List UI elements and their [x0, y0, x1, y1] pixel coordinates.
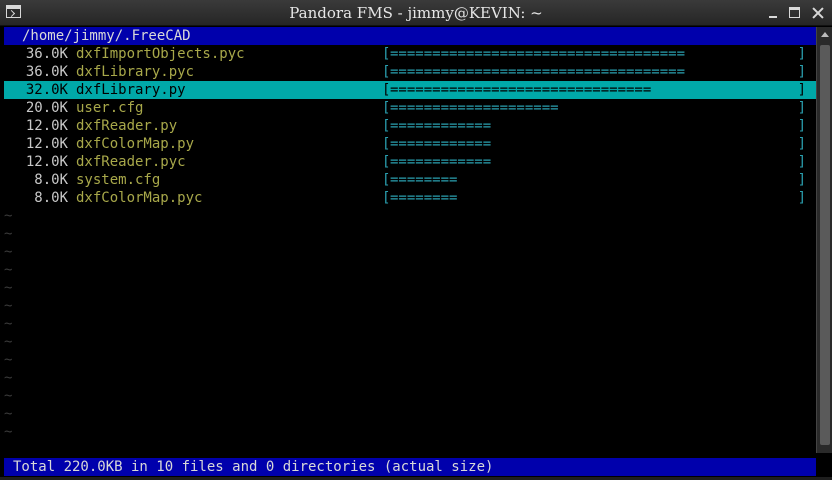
file-row[interactable]: 36.0K dxfImportObjects.pyc[==============…	[4, 45, 816, 63]
empty-line-marker: ~	[4, 352, 13, 368]
file-size: 8.0K	[34, 190, 68, 206]
terminal-content[interactable]: /home/jimmy/.FreeCAD 36.0K dxfImportObjec…	[4, 27, 816, 480]
empty-line-marker: ~	[4, 388, 13, 404]
empty-line-marker: ~	[4, 424, 13, 440]
usage-bar-right-bracket: ]	[797, 100, 806, 116]
file-row[interactable]: 8.0K system.cfg[========]	[4, 171, 816, 189]
usage-bar-fill: ===============================	[390, 82, 652, 98]
file-name: dxfImportObjects.pyc	[76, 46, 245, 62]
empty-line-marker: ~	[4, 334, 13, 350]
status-bar: Total 220.0KB in 10 files and 0 director…	[4, 458, 816, 476]
usage-bar-fill: ===================================	[390, 46, 686, 62]
usage-bar-fill: ============	[390, 136, 492, 152]
usage-bar-right-bracket: ]	[797, 46, 806, 62]
file-row[interactable]: 8.0K dxfColorMap.pyc[========]	[4, 189, 816, 207]
close-button[interactable]	[811, 6, 825, 20]
usage-bar-right-bracket: ]	[797, 82, 806, 98]
file-row[interactable]: 20.0K user.cfg[====================]	[4, 99, 816, 117]
file-row[interactable]: 32.0K dxfLibrary.py[=====================…	[4, 81, 816, 99]
current-path: /home/jimmy/.FreeCAD	[22, 28, 191, 44]
usage-bar-fill: ========	[390, 172, 458, 188]
usage-bar-fill: ====================	[390, 100, 559, 116]
usage-bar-right-bracket: ]	[797, 64, 806, 80]
file-row[interactable]: 12.0K dxfReader.py[============]	[4, 117, 816, 135]
maximize-button[interactable]	[789, 7, 800, 18]
empty-line-marker: ~	[4, 370, 13, 386]
file-size: 12.0K	[25, 136, 68, 152]
file-name: dxfLibrary.py	[76, 82, 186, 98]
empty-line-marker: ~	[4, 280, 13, 296]
usage-bar-fill: ============	[390, 154, 492, 170]
file-name: system.cfg	[76, 172, 161, 188]
file-size: 32.0K	[25, 82, 68, 98]
empty-line-marker: ~	[4, 406, 13, 422]
usage-bar-right-bracket: ]	[797, 154, 806, 170]
window-title: Pandora FMS - jimmy@KEVIN: ~	[289, 4, 543, 22]
file-name: dxfLibrary.pyc	[76, 64, 195, 80]
file-size: 12.0K	[25, 118, 68, 134]
usage-bar-right-bracket: ]	[797, 136, 806, 152]
usage-bar-right-bracket: ]	[797, 172, 806, 188]
file-name: dxfReader.pyc	[76, 154, 186, 170]
empty-line-marker: ~	[4, 262, 13, 278]
empty-line-marker: ~	[4, 244, 13, 260]
file-name: dxfReader.py	[76, 118, 178, 134]
terminal-window: Pandora FMS - jimmy@KEVIN: ~ /home/jimmy…	[0, 0, 832, 480]
empty-line-marker: ~	[4, 226, 13, 242]
minimize-button[interactable]	[766, 6, 780, 20]
usage-bar-fill: ============	[390, 118, 492, 134]
empty-line-marker: ~	[4, 316, 13, 332]
file-name: user.cfg	[76, 100, 144, 116]
usage-bar-fill: ========	[390, 190, 458, 206]
title-bar[interactable]: Pandora FMS - jimmy@KEVIN: ~	[0, 0, 832, 26]
file-name: dxfColorMap.pyc	[76, 190, 203, 206]
empty-line-marker: ~	[4, 298, 13, 314]
file-name: dxfColorMap.py	[76, 136, 195, 152]
file-row[interactable]: 12.0K dxfColorMap.py[============]	[4, 135, 816, 153]
scrollbar-thumb[interactable]	[820, 45, 830, 445]
status-text: Total 220.0KB in 10 files and 0 director…	[13, 459, 494, 475]
file-size: 36.0K	[25, 46, 68, 62]
usage-bar-right-bracket: ]	[797, 118, 806, 134]
file-row[interactable]: 36.0K dxfLibrary.pyc[====================…	[4, 63, 816, 81]
file-size: 12.0K	[25, 154, 68, 170]
file-row[interactable]: 12.0K dxfReader.pyc[============]	[4, 153, 816, 171]
usage-bar-fill: ===================================	[390, 64, 686, 80]
file-size: 20.0K	[25, 100, 68, 116]
scroll-up-arrow-icon[interactable]	[821, 32, 829, 37]
usage-bar-right-bracket: ]	[797, 190, 806, 206]
current-path-bar: /home/jimmy/.FreeCAD	[4, 27, 816, 45]
file-size: 8.0K	[34, 172, 68, 188]
vertical-scrollbar[interactable]	[816, 27, 832, 453]
empty-line-marker: ~	[4, 208, 13, 224]
file-size: 36.0K	[25, 64, 68, 80]
